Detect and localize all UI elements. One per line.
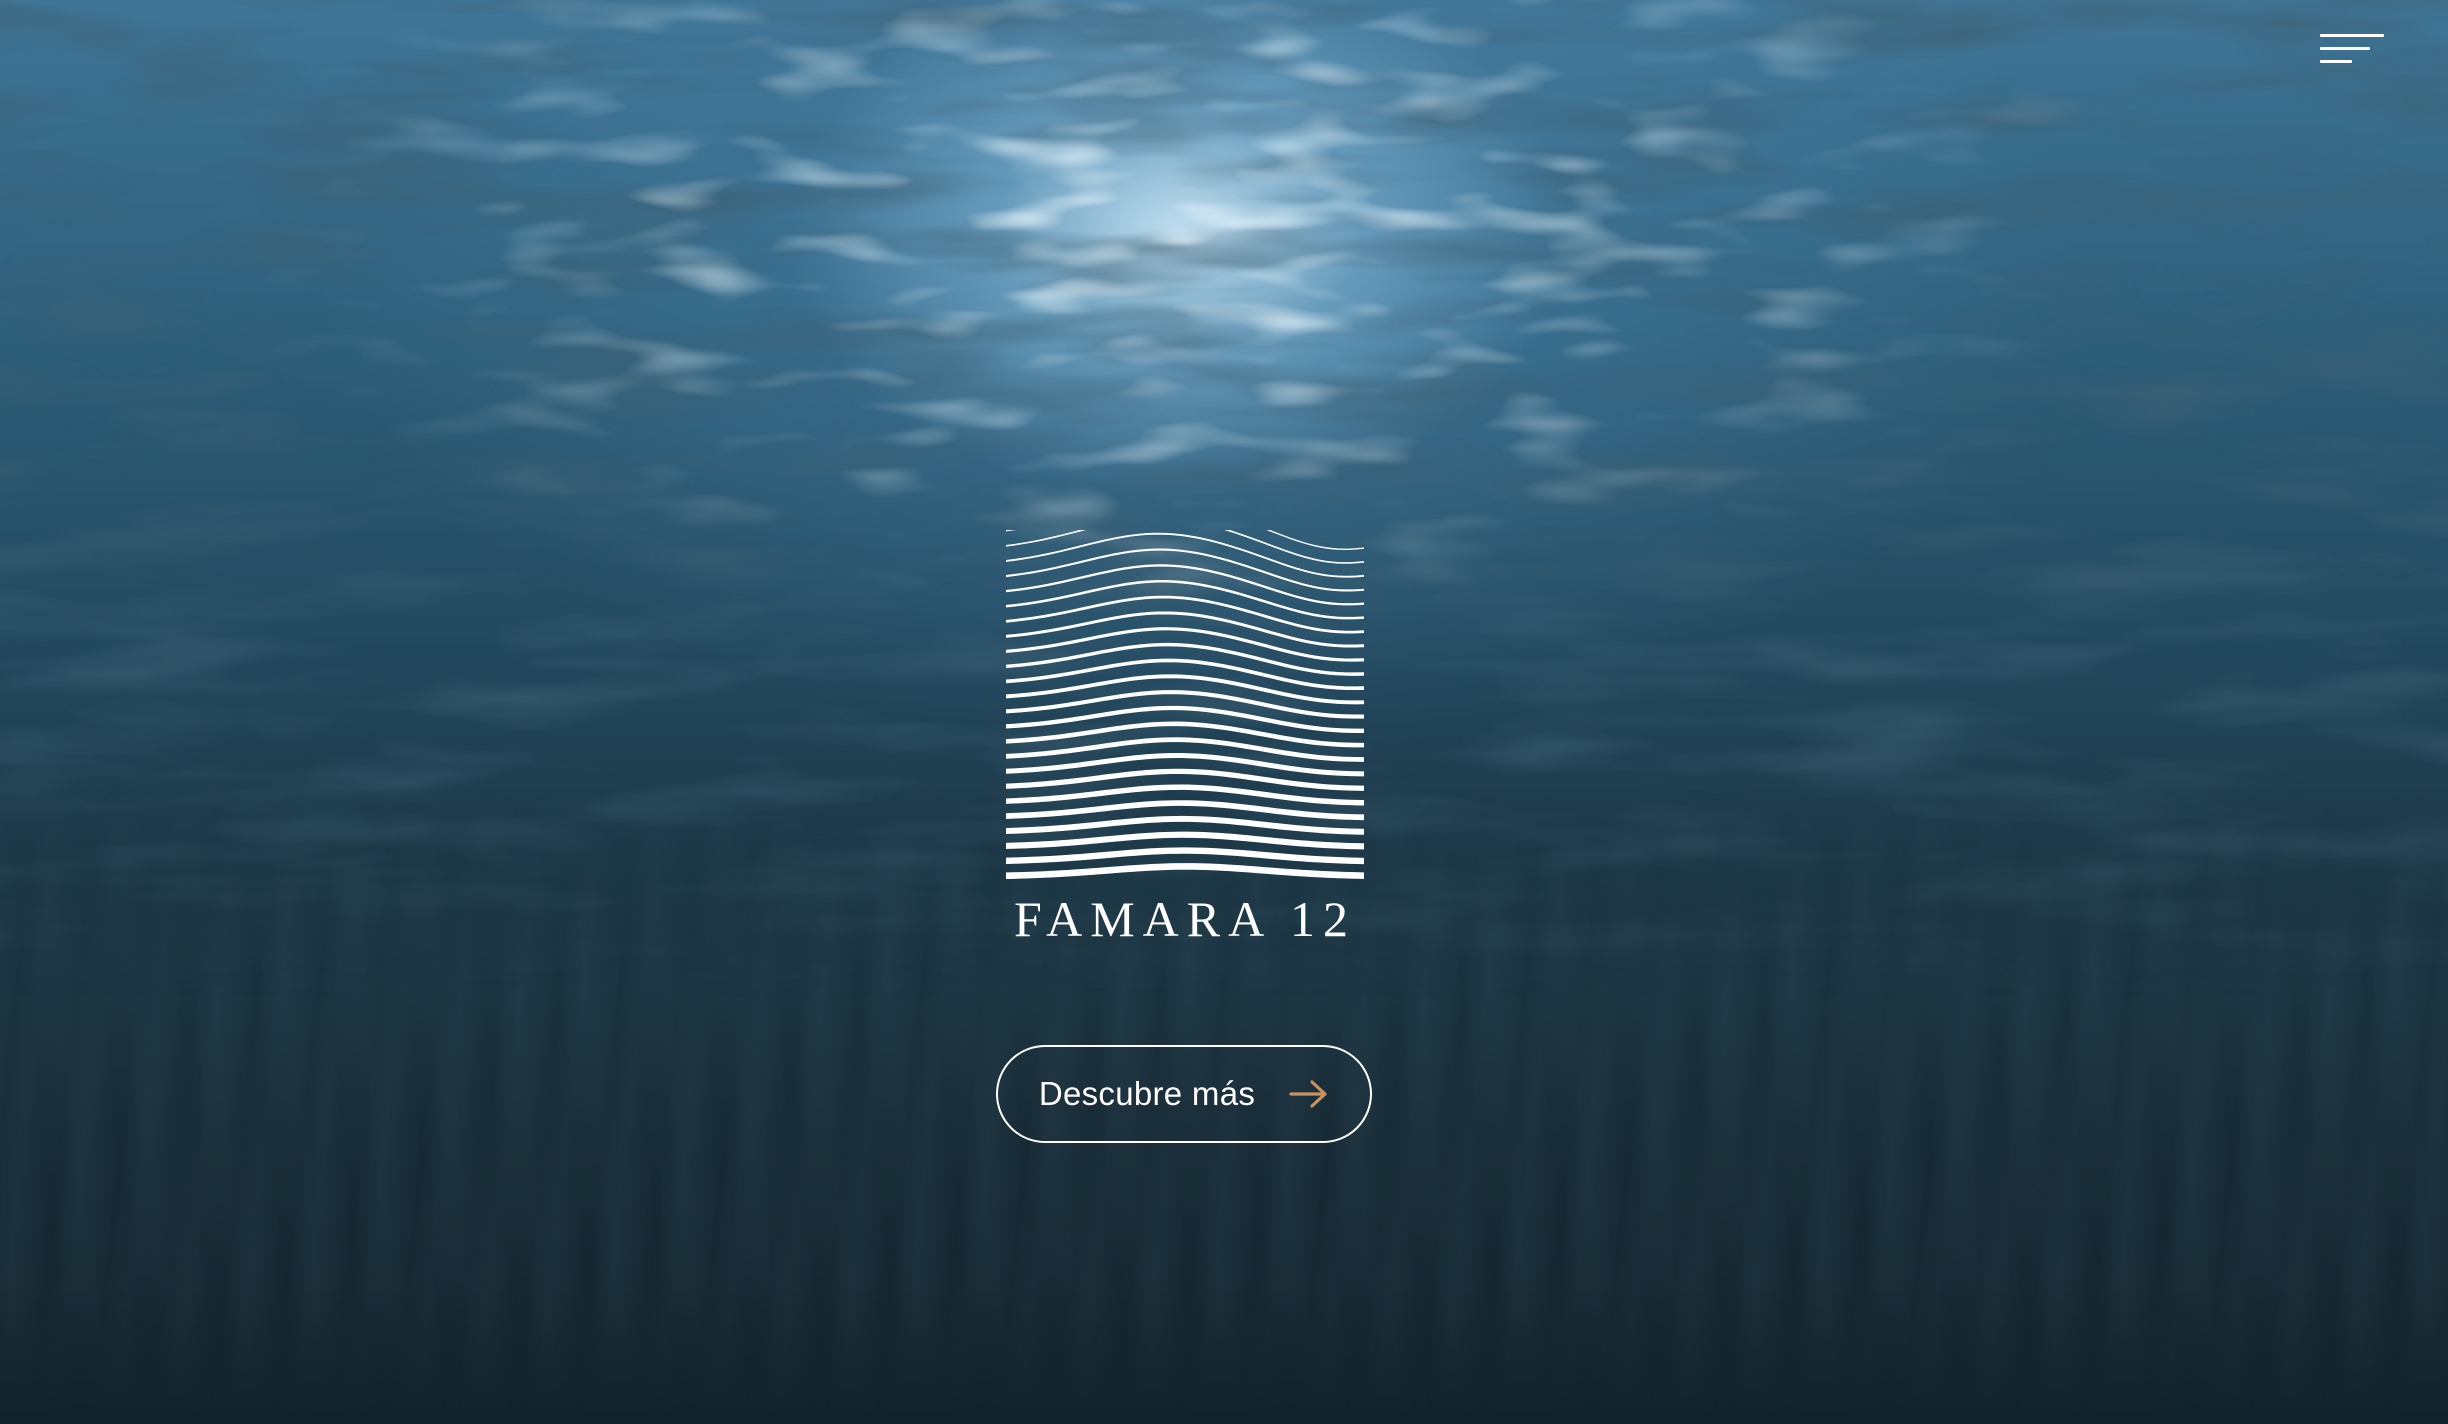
logo-wave-line: [1006, 658, 1364, 691]
cta-label: Descubre más: [1038, 1075, 1256, 1112]
logo-wave-line: [1006, 815, 1364, 835]
logo-wave-line: [1006, 548, 1364, 592]
famara-logo[interactable]: FAMARA 12: [1004, 530, 1366, 944]
logo-wave-line: [1006, 831, 1364, 850]
wave-lines-logo-icon: [1006, 530, 1364, 880]
hamburger-menu-icon[interactable]: [2310, 30, 2384, 70]
logo-wave-line: [1006, 847, 1364, 865]
logo-wave-line: [1006, 532, 1364, 578]
logo-wave-line: [1006, 530, 1364, 550]
logo-wave-line: [1006, 863, 1364, 880]
logo-wave-line: [1006, 674, 1364, 705]
menu-line-bottom: [2320, 60, 2352, 63]
discover-more-button[interactable]: Descubre más: [996, 1045, 1372, 1143]
menu-line-middle: [2320, 47, 2370, 50]
menu-line-top: [2320, 34, 2384, 37]
arrow-right-icon: [1289, 1080, 1327, 1108]
logo-wave-line: [1006, 690, 1364, 719]
logo-wordmark: FAMARA 12: [1014, 891, 1356, 947]
logo-wave-line: [1006, 800, 1364, 821]
hero-section: FAMARA 12 Descubre más: [0, 0, 2448, 1424]
